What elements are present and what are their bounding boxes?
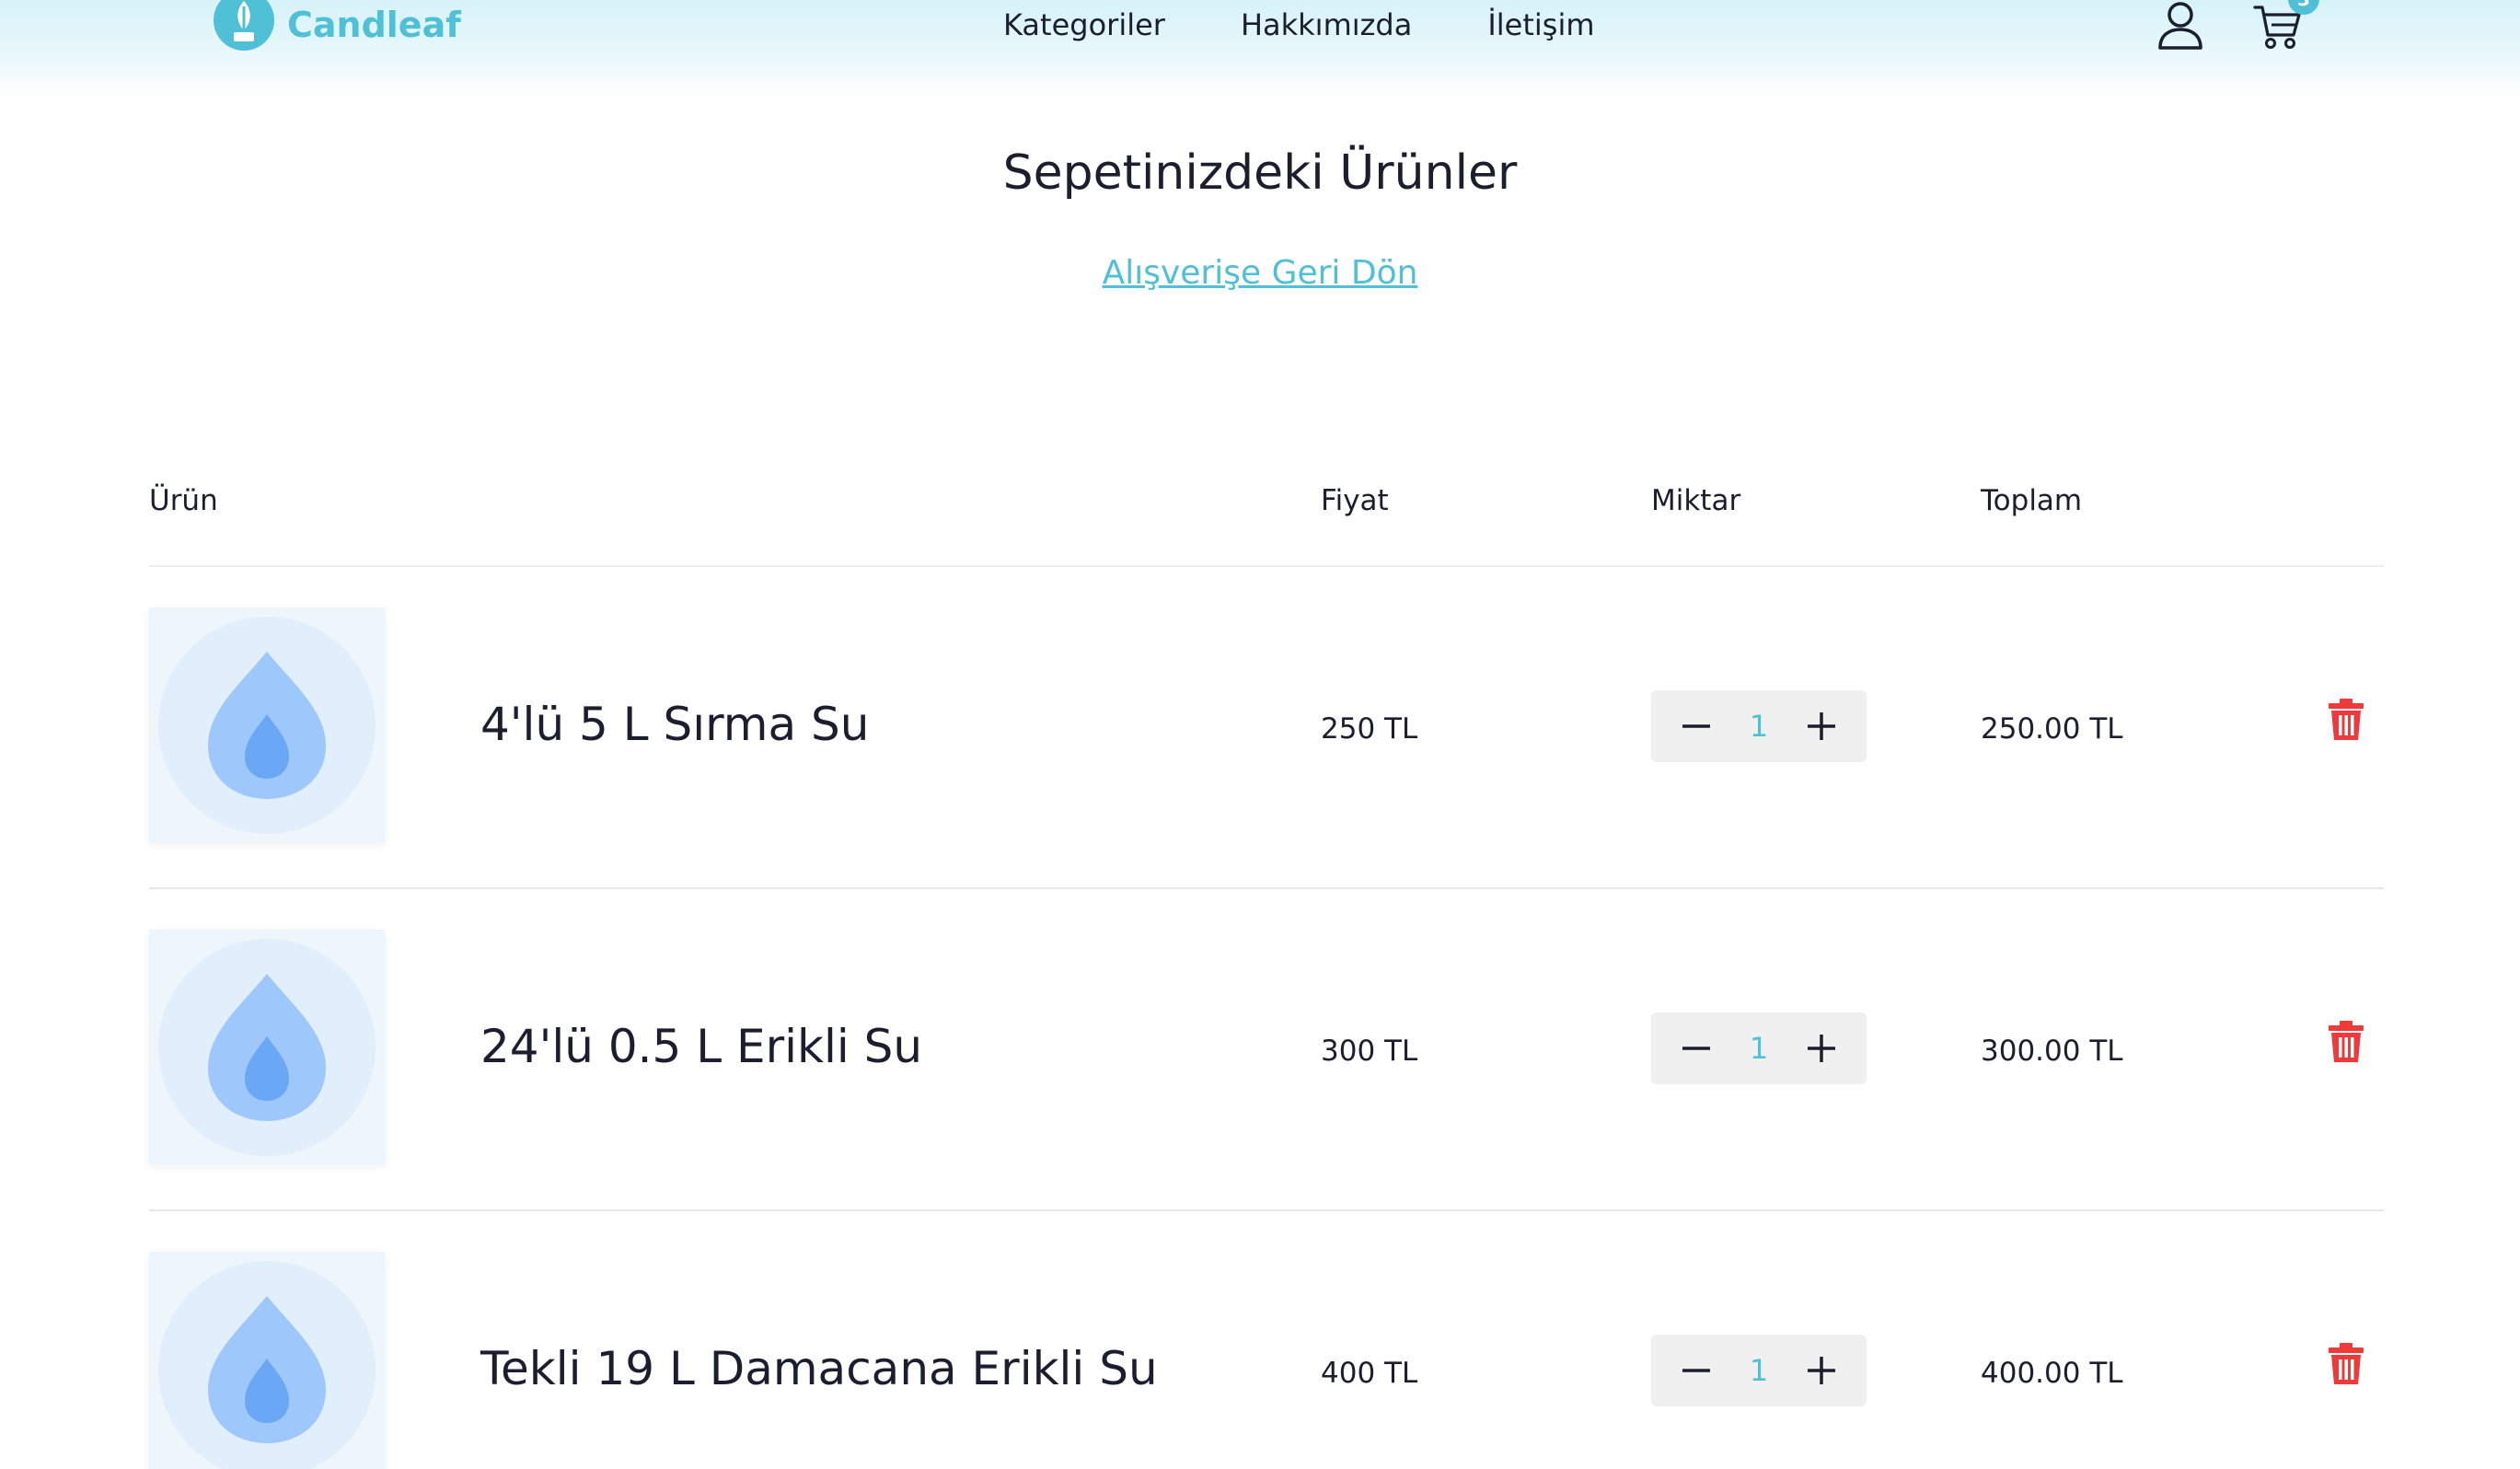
product-image[interactable] (149, 607, 385, 843)
table-row: 4'lü 5 L Sırma Su 250 TL 250.00 TL (149, 567, 2384, 889)
row-total: 400.00 TL (1981, 1357, 2123, 1390)
product-price: 300 TL (1321, 1035, 1418, 1068)
product-price: 400 TL (1321, 1357, 1418, 1390)
water-drop-icon (158, 939, 376, 1156)
trash-icon (2329, 1021, 2364, 1062)
trash-icon (2329, 1343, 2364, 1384)
header-quantity: Miktar (1651, 484, 1741, 517)
quantity-stepper (1651, 1335, 1867, 1406)
trash-icon (2329, 699, 2364, 740)
increase-button[interactable] (1786, 1335, 1857, 1406)
table-row: 24'lü 0.5 L Erikli Su 300 TL 300.00 TL (149, 889, 2384, 1211)
plus-icon (1808, 1035, 1835, 1062)
delete-button[interactable] (2327, 698, 2365, 742)
minus-icon (1682, 1369, 1710, 1372)
product-image[interactable] (149, 1252, 385, 1469)
minus-icon (1682, 1047, 1710, 1050)
header-price: Fiyat (1321, 484, 1389, 517)
quantity-input[interactable] (1732, 690, 1786, 762)
product-name[interactable]: Tekli 19 L Damacana Erikli Su (480, 1342, 1158, 1395)
product-name[interactable]: 24'lü 0.5 L Erikli Su (480, 1020, 922, 1073)
back-link-wrap: Alışverişe Geri Dön (0, 254, 2520, 292)
site-header: Candleaf Kategoriler Hakkımızda İletişim (0, 0, 2520, 97)
quantity-input[interactable] (1732, 1012, 1786, 1084)
decrease-button[interactable] (1660, 1012, 1732, 1084)
product-image[interactable] (149, 930, 385, 1165)
page-title: Sepetinizdeki Ürünler (1002, 145, 1518, 201)
delete-button[interactable] (2327, 1020, 2365, 1064)
quantity-stepper (1651, 1012, 1867, 1084)
decrease-button[interactable] (1660, 690, 1732, 762)
increase-button[interactable] (1786, 1012, 1857, 1084)
header-total: Toplam (1981, 484, 2083, 517)
main-nav: Kategoriler Hakkımızda İletişim (1003, 4, 1670, 46)
page: Candleaf Kategoriler Hakkımızda İletişim (0, 0, 2520, 1469)
nav-hakkimizda[interactable]: Hakkımızda (1241, 4, 1412, 46)
decrease-button[interactable] (1660, 1335, 1732, 1406)
leaf-logo-icon (214, 0, 274, 51)
nav-iletisim[interactable]: İletişim (1487, 4, 1594, 46)
header-product: Ürün (149, 484, 218, 517)
product-name[interactable]: 4'lü 5 L Sırma Su (480, 698, 869, 751)
table-row: Tekli 19 L Damacana Erikli Su 400 TL 400… (149, 1211, 2384, 1469)
cart-button[interactable]: 3 (2253, 0, 2319, 55)
delete-button[interactable] (2327, 1342, 2365, 1386)
brand-name: Candleaf (287, 5, 461, 45)
increase-button[interactable] (1786, 690, 1857, 762)
plus-icon (1808, 712, 1835, 740)
product-price: 250 TL (1321, 712, 1418, 746)
table-header: Ürün Fiyat Miktar Toplam (149, 479, 2384, 567)
water-drop-icon (158, 1261, 376, 1469)
minus-icon (1682, 724, 1710, 728)
water-drop-icon (158, 617, 376, 834)
quantity-input[interactable] (1732, 1335, 1786, 1406)
user-icon[interactable] (2156, 0, 2205, 55)
nav-kategoriler[interactable]: Kategoriler (1003, 4, 1165, 46)
cart-table: Ürün Fiyat Miktar Toplam 4'lü 5 L Sırma … (149, 479, 2384, 1469)
row-total: 250.00 TL (1981, 712, 2123, 746)
plus-icon (1808, 1357, 1835, 1384)
back-to-shopping-link[interactable]: Alışverişe Geri Dön (1103, 254, 1418, 292)
logo[interactable]: Candleaf (214, 0, 461, 52)
row-total: 300.00 TL (1981, 1035, 2123, 1068)
quantity-stepper (1651, 690, 1867, 762)
header-actions: 3 (2156, 0, 2319, 55)
